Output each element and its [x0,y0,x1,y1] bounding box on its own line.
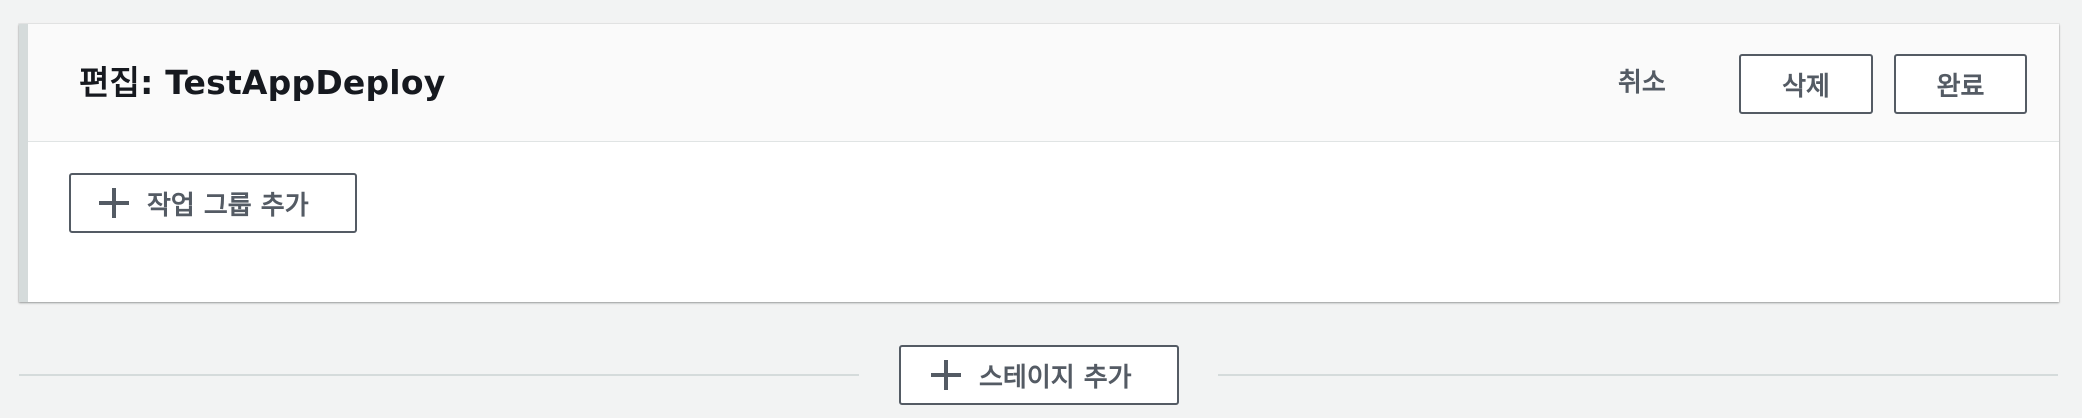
stage-header: 편집: TestAppDeploy 취소 삭제 완료 [28,24,2059,142]
cancel-link[interactable]: 취소 [1618,24,1666,142]
add-action-group-label: 작업 그룹 추가 [147,190,309,221]
stage-edit-panel: 편집: TestAppDeploy 취소 삭제 완료 작업 그룹 추가 [19,24,2059,302]
divider-right [1218,374,2058,376]
delete-button[interactable]: 삭제 [1739,54,1873,114]
stage-title: 편집: TestAppDeploy [79,63,446,102]
stage-accent-bar [19,24,28,302]
add-stage-label: 스테이지 추가 [979,362,1132,393]
plus-icon [931,360,961,390]
divider-left [19,374,859,376]
add-stage-button[interactable]: 스테이지 추가 [899,345,1179,405]
plus-icon [99,188,129,218]
add-action-group-button[interactable]: 작업 그룹 추가 [69,173,357,233]
done-button[interactable]: 완료 [1894,54,2027,114]
